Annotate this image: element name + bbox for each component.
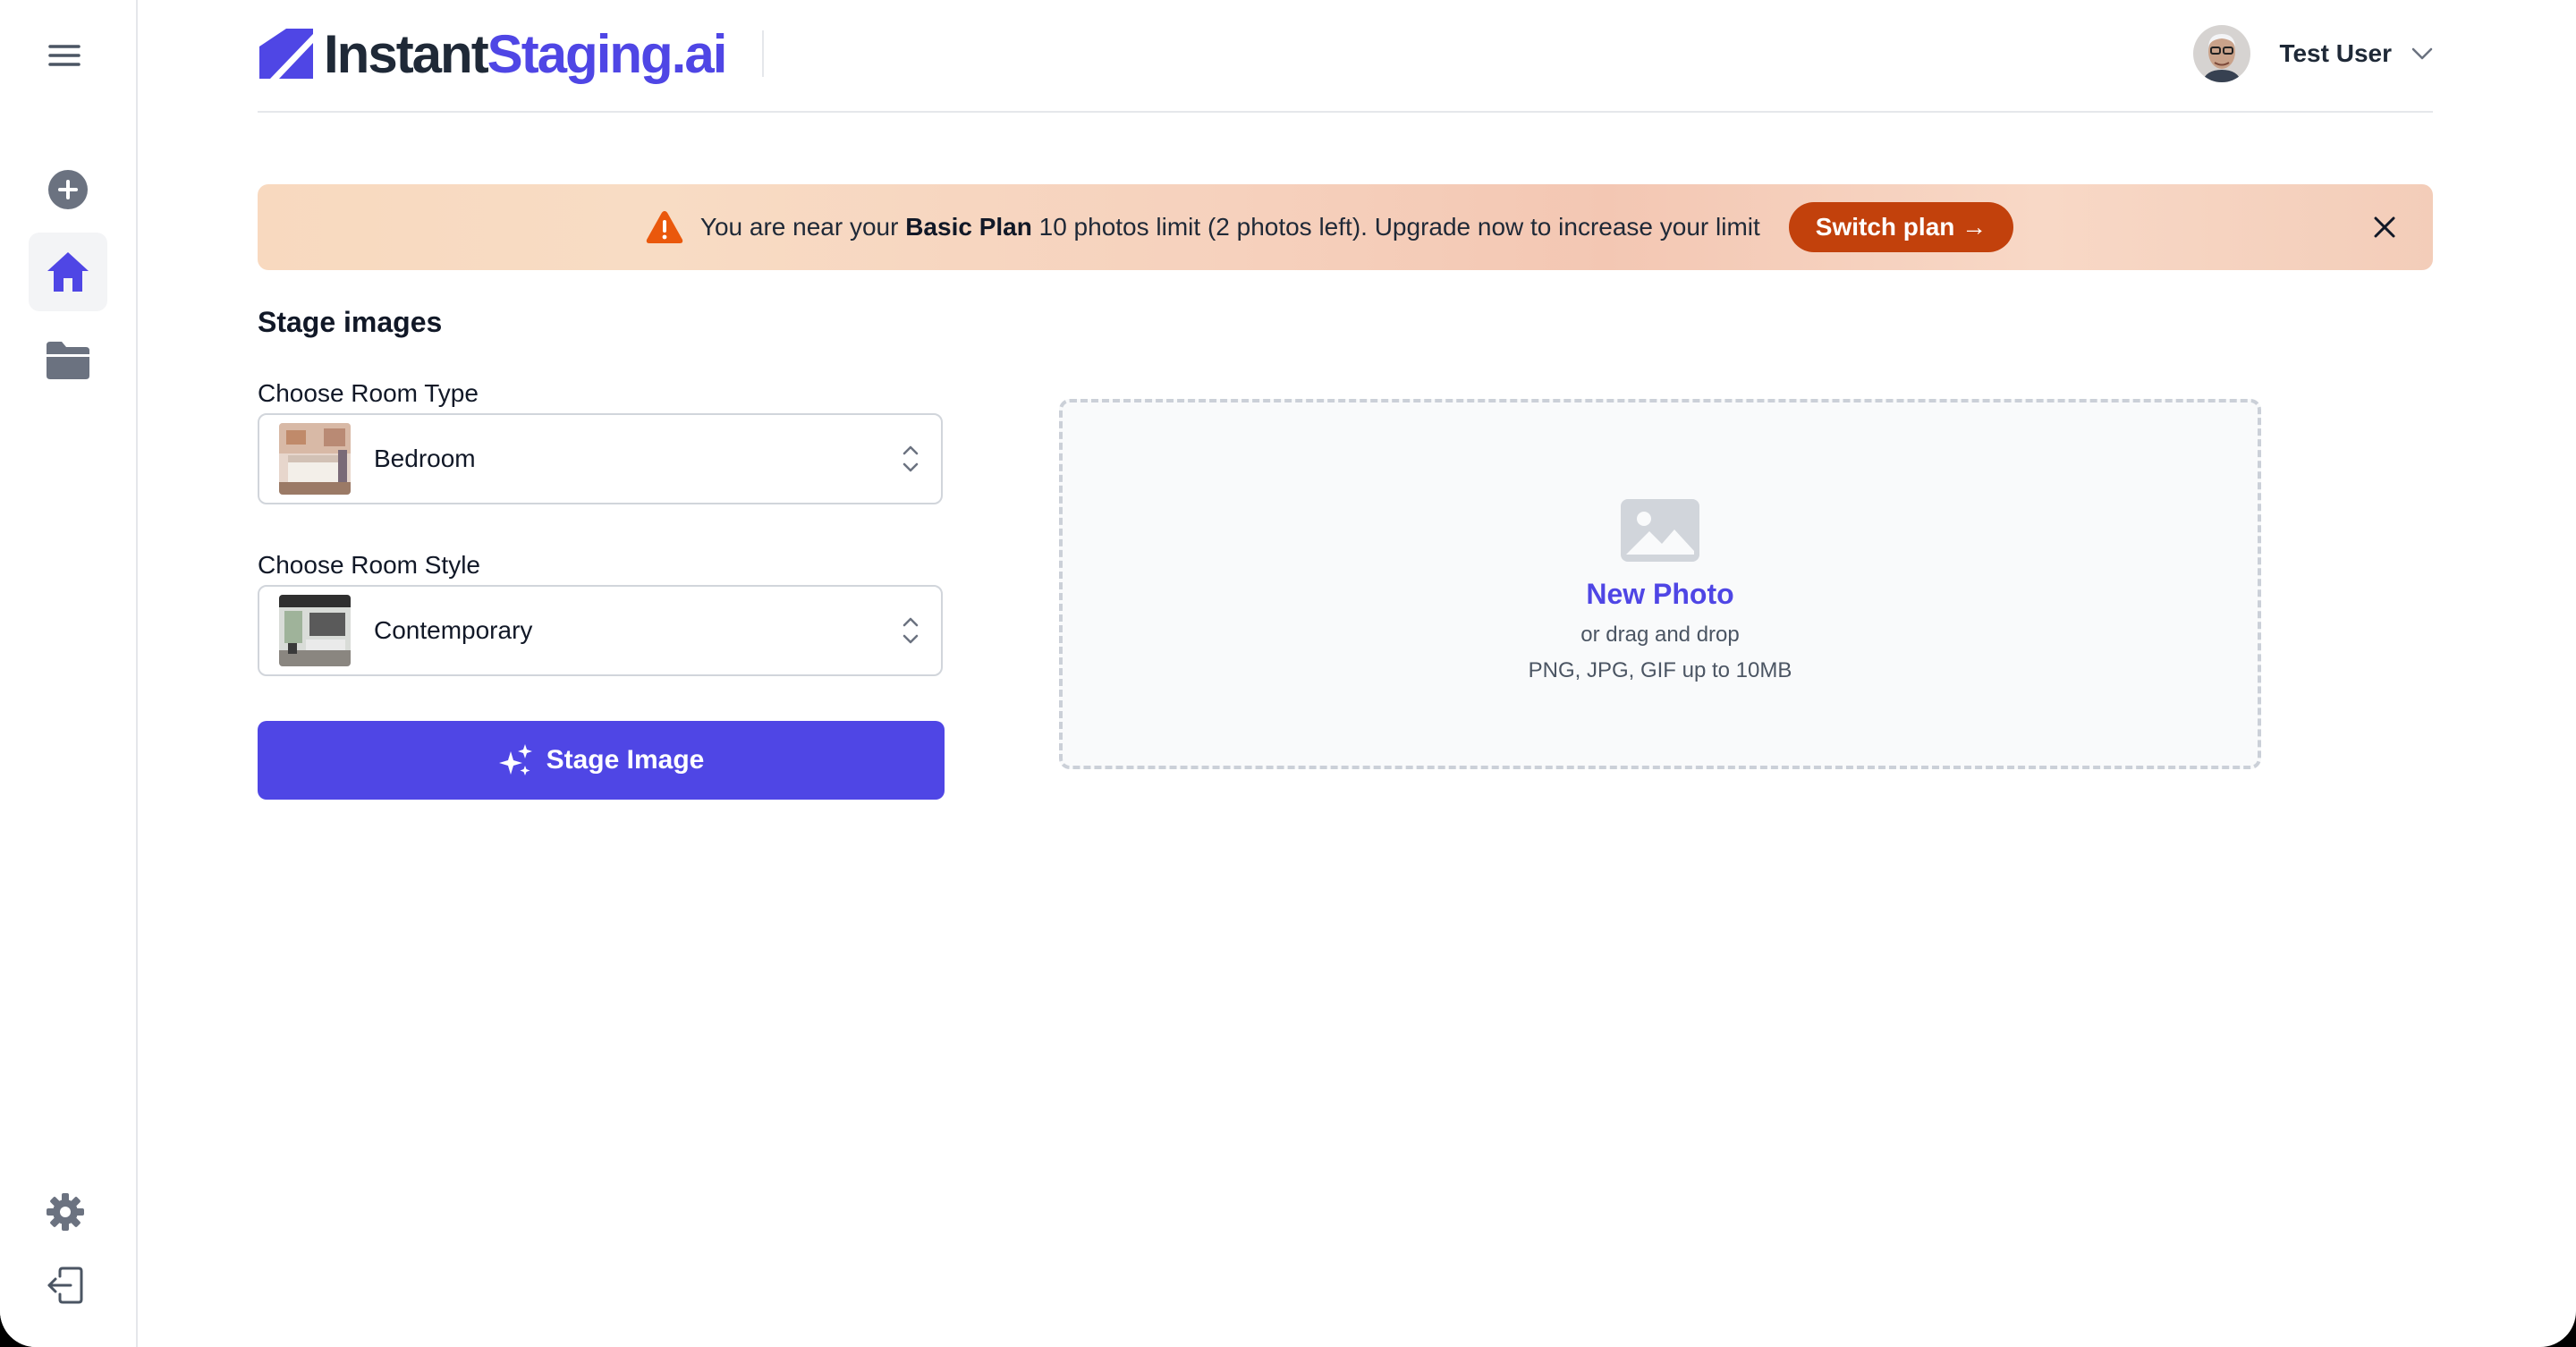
warning-icon (646, 211, 683, 243)
drag-drop-hint: or drag and drop (1580, 623, 1740, 647)
header-divider (762, 30, 764, 77)
room-type-value: Bedroom (374, 445, 476, 472)
section-title: Stage images (258, 306, 443, 338)
switch-plan-button[interactable]: Switch plan → (1788, 202, 2014, 252)
sidebar (0, 0, 138, 1347)
menu-icon[interactable] (39, 36, 89, 75)
stage-image-label: Stage Image (546, 745, 705, 775)
room-style-value: Contemporary (374, 616, 533, 644)
contemporary-thumbnail (279, 595, 351, 666)
room-style-select[interactable]: Contemporary (258, 585, 943, 676)
new-photo-link[interactable]: New Photo (1063, 578, 2258, 611)
room-type-select[interactable]: Bedroom (258, 413, 943, 504)
settings-gear-icon[interactable] (39, 1186, 91, 1238)
stage-image-button[interactable]: Stage Image (258, 721, 945, 800)
user-menu[interactable]: Test User (2193, 25, 2433, 82)
add-icon[interactable] (41, 163, 95, 216)
banner-message: You are near your Basic Plan 10 photos l… (699, 213, 1760, 241)
file-types-hint: PNG, JPG, GIF up to 10MB (1528, 658, 1792, 682)
app-window: InstantStaging.ai Test User You are near… (0, 0, 2576, 1347)
chevron-up-down-icon (902, 445, 919, 472)
sparkles-icon (498, 744, 532, 775)
folder-icon[interactable] (36, 331, 100, 390)
bedroom-thumbnail (279, 423, 351, 495)
room-type-label: Choose Room Type (258, 379, 479, 407)
photo-dropzone[interactable]: New Photo or drag and drop PNG, JPG, GIF… (1059, 399, 2261, 769)
chevron-up-down-icon (902, 617, 919, 644)
logo-text: InstantStaging.ai (324, 24, 727, 84)
plan-limit-banner: You are near your Basic Plan 10 photos l… (258, 184, 2433, 270)
image-icon (1621, 499, 1699, 562)
user-name: Test User (2279, 39, 2392, 67)
room-style-label: Choose Room Style (258, 551, 481, 579)
logo-mark-icon (259, 29, 313, 79)
top-header: InstantStaging.ai Test User (258, 0, 2433, 113)
avatar (2193, 25, 2251, 82)
logout-icon[interactable] (39, 1259, 91, 1311)
chevron-down-icon (2411, 47, 2433, 60)
logo[interactable]: InstantStaging.ai (258, 23, 727, 86)
close-icon[interactable] (2368, 211, 2401, 243)
home-icon[interactable] (29, 233, 107, 311)
